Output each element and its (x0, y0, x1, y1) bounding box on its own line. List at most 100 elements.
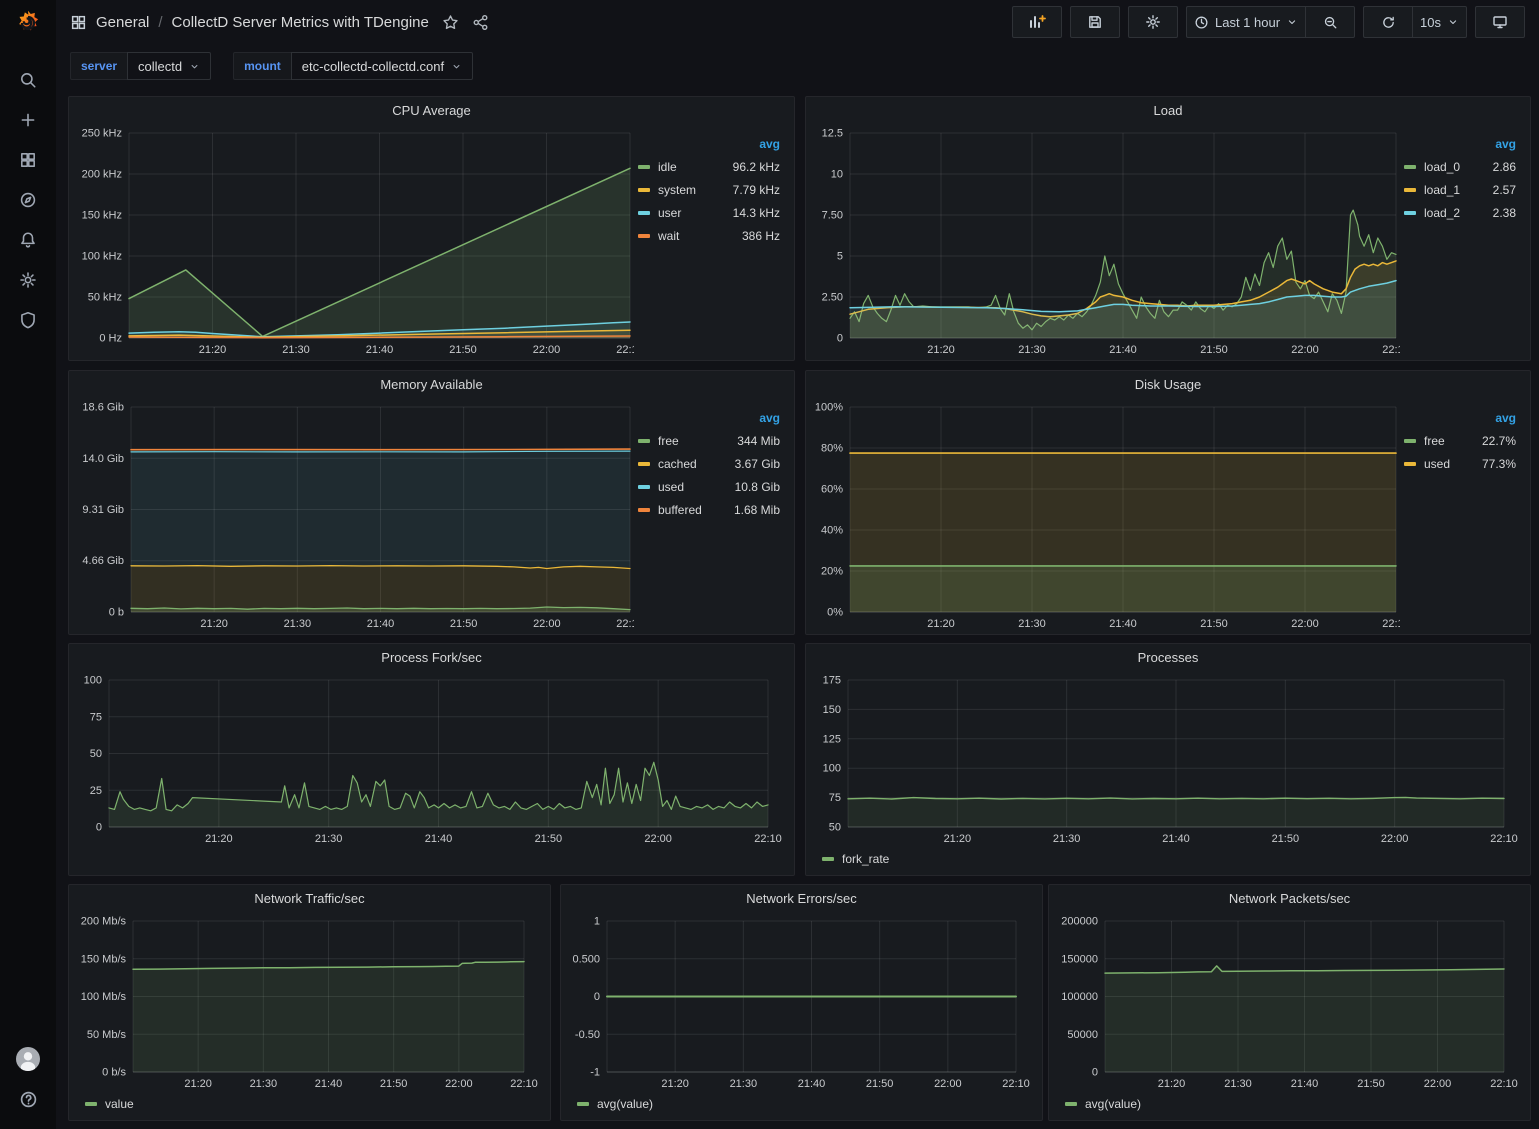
svg-text:21:40: 21:40 (1109, 618, 1137, 630)
cycle-view-mode-button[interactable] (1475, 6, 1525, 38)
legend-item[interactable]: idle96.2 kHz (636, 155, 782, 178)
panel-cpu-average: CPU Average 0 Hz50 kHz100 kHz150 kHz200 … (68, 96, 795, 361)
svg-text:50: 50 (90, 748, 102, 760)
svg-text:0: 0 (594, 991, 600, 1003)
zoom-out-time-button[interactable] (1305, 6, 1355, 38)
dashboards-icon[interactable] (11, 146, 45, 174)
help-icon[interactable] (11, 1085, 45, 1113)
series-avg-value: 3.67 Gib (735, 457, 780, 471)
time-range-picker[interactable]: Last 1 hour (1186, 6, 1305, 38)
chart-canvas[interactable]: 0 Hz50 kHz100 kHz150 kHz200 kHz250 kHz21… (75, 123, 634, 358)
svg-text:21:40: 21:40 (366, 344, 394, 356)
svg-text:21:40: 21:40 (315, 1078, 343, 1090)
series-avg-value: 2.86 (1493, 160, 1516, 174)
legend-avg-header: avg (636, 137, 782, 155)
legend-item[interactable]: system 7.79 kHz (636, 178, 782, 201)
legend-item[interactable]: used10.8 Gib (636, 475, 782, 498)
svg-text:21:20: 21:20 (661, 1078, 689, 1090)
svg-text:21:30: 21:30 (1018, 618, 1046, 630)
apps-grid-icon[interactable] (70, 14, 87, 31)
legend-item[interactable]: free22.7% (1402, 429, 1518, 452)
plus-icon[interactable] (11, 106, 45, 134)
legend-item[interactable]: load_02.86 (1402, 155, 1518, 178)
legend-item[interactable]: avg(value) (575, 1094, 655, 1114)
svg-text:22:00: 22:00 (533, 344, 561, 356)
svg-text:22:00: 22:00 (934, 1078, 962, 1090)
svg-text:25: 25 (90, 785, 102, 797)
panel-title[interactable]: Memory Available (69, 371, 794, 397)
series-color-swatch (822, 857, 834, 861)
legend-item[interactable]: avg(value) (1063, 1094, 1143, 1114)
svg-text:21:30: 21:30 (1224, 1078, 1252, 1090)
refresh-interval-picker[interactable]: 10s (1412, 6, 1467, 38)
chart-canvas[interactable]: -1-0.5000.500121:2021:3021:4021:5022:002… (567, 911, 1036, 1092)
svg-text:100: 100 (823, 763, 841, 775)
panel-title[interactable]: Processes (806, 644, 1530, 670)
grafana-logo[interactable] (13, 8, 43, 38)
legend-item[interactable]: used 77.3% (1402, 452, 1518, 475)
series-name: used (1424, 457, 1450, 471)
breadcrumb-section[interactable]: General (96, 14, 149, 31)
add-panel-button[interactable] (1012, 6, 1062, 38)
alerting-bell-icon[interactable] (11, 226, 45, 254)
refresh-button[interactable] (1363, 6, 1412, 38)
legend-item[interactable]: value (83, 1094, 136, 1114)
variable-mount-picker[interactable]: etc-collectd-collectd.conf (291, 52, 473, 80)
legend-item[interactable]: free344 Mib (636, 429, 782, 452)
legend-item[interactable]: cached3.67 Gib (636, 452, 782, 475)
svg-text:75: 75 (829, 792, 841, 804)
legend-item[interactable]: user14.3 kHz (636, 201, 782, 224)
chart-canvas[interactable]: 05000010000015000020000021:2021:3021:402… (1055, 911, 1524, 1092)
panel-network-packets: Network Packets/sec 05000010000015000020… (1048, 884, 1531, 1121)
panel-title[interactable]: Network Traffic/sec (69, 885, 550, 911)
star-favorite-icon[interactable] (442, 14, 459, 31)
chart-canvas[interactable]: 0%20%40%60%80%100%21:2021:3021:4021:5022… (812, 397, 1400, 632)
server-admin-shield-icon[interactable] (11, 306, 45, 334)
variable-server-picker[interactable]: collectd (127, 52, 211, 80)
series-name: system (658, 183, 696, 197)
panel-title[interactable]: Network Errors/sec (561, 885, 1042, 911)
series-color-swatch (638, 439, 650, 443)
svg-text:4.66 Gib: 4.66 Gib (82, 555, 124, 567)
svg-text:200 Mb/s: 200 Mb/s (81, 916, 127, 928)
chart-canvas[interactable]: 0 b4.66 Gib9.31 Gib14.0 Gib18.6 Gib21:20… (75, 397, 634, 632)
explore-compass-icon[interactable] (11, 186, 45, 214)
dashboard-settings-button[interactable] (1128, 6, 1178, 38)
legend-item[interactable]: fork_rate (820, 849, 891, 869)
series-avg-value: 77.3% (1482, 457, 1516, 471)
svg-text:21:20: 21:20 (927, 344, 955, 356)
svg-text:21:20: 21:20 (200, 618, 228, 630)
configuration-gear-icon[interactable] (11, 266, 45, 294)
panel-title[interactable]: Disk Usage (806, 371, 1530, 397)
panel-title[interactable]: Process Fork/sec (69, 644, 794, 670)
save-dashboard-button[interactable] (1070, 6, 1120, 38)
svg-text:21:30: 21:30 (730, 1078, 758, 1090)
chart-canvas[interactable]: 507510012515017521:2021:3021:4021:5022:0… (812, 670, 1524, 847)
variable-server-label: server (70, 52, 127, 80)
series-avg-value: 7.79 kHz (733, 183, 780, 197)
svg-text:50 Mb/s: 50 Mb/s (87, 1029, 127, 1041)
svg-text:21:40: 21:40 (1162, 833, 1190, 845)
series-color-swatch (1065, 1102, 1077, 1106)
legend-item[interactable]: load_12.57 (1402, 178, 1518, 201)
legend-item[interactable]: wait386 Hz (636, 224, 782, 247)
legend-item[interactable]: load_22.38 (1402, 201, 1518, 224)
series-name: idle (658, 160, 677, 174)
user-avatar[interactable] (11, 1045, 45, 1073)
series-avg-value: 1.68 Mib (734, 503, 780, 517)
panel-processes: Processes 507510012515017521:2021:3021:4… (805, 643, 1531, 876)
panel-title[interactable]: Network Packets/sec (1049, 885, 1530, 911)
svg-text:21:50: 21:50 (1272, 833, 1300, 845)
panel-title[interactable]: Load (806, 97, 1530, 123)
search-icon[interactable] (11, 66, 45, 94)
chart-canvas[interactable]: 025507510021:2021:3021:4021:5022:0022:10 (75, 670, 788, 847)
panel-title[interactable]: CPU Average (69, 97, 794, 123)
variable-mount: mount etc-collectd-collectd.conf (233, 52, 473, 80)
chart-canvas[interactable]: 0 b/s50 Mb/s100 Mb/s150 Mb/s200 Mb/s21:2… (75, 911, 544, 1092)
sidebar-icon-list (11, 66, 45, 334)
legend-item[interactable]: buffered1.68 Mib (636, 498, 782, 521)
svg-text:21:30: 21:30 (250, 1078, 278, 1090)
page-title[interactable]: CollectD Server Metrics with TDengine (172, 14, 429, 31)
share-icon[interactable] (472, 14, 489, 31)
chart-canvas[interactable]: 02.5057.501012.521:2021:3021:4021:5022:0… (812, 123, 1400, 358)
